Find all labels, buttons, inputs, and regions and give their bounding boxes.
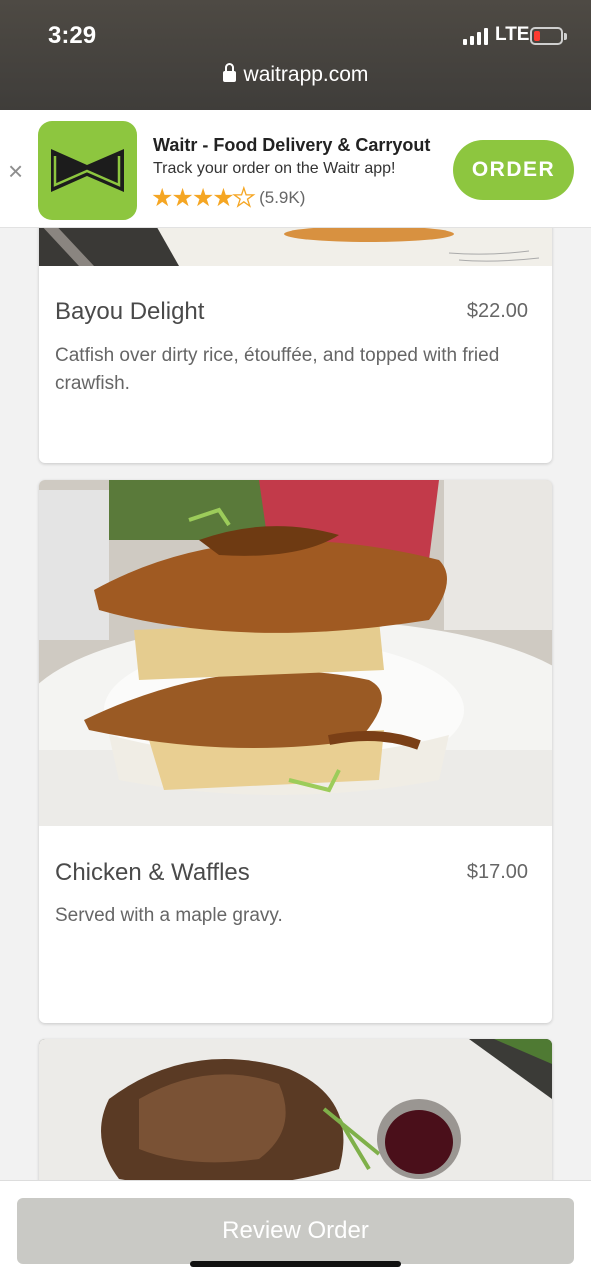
rating-count: (5.9K) <box>259 188 306 207</box>
battery-icon <box>530 27 567 45</box>
address-bar[interactable]: waitrapp.com <box>0 63 591 87</box>
menu-item-price: $17.00 <box>466 861 528 883</box>
waitr-app-icon <box>38 121 137 220</box>
menu-item-name: Bayou Delight <box>55 298 205 325</box>
app-subtitle: Track your order on the Waitr app! <box>153 160 396 177</box>
close-icon[interactable]: × <box>8 158 23 184</box>
menu-item-description: Served with a maple gravy. <box>55 905 283 926</box>
network-label: LTE <box>495 24 530 45</box>
star-rating-icon: ★★★★★ <box>151 184 256 212</box>
order-button[interactable]: ORDER <box>453 140 574 200</box>
footer-bar: Review Order <box>0 1180 591 1280</box>
url-text: waitrapp.com <box>243 63 369 86</box>
menu-item-description: Catfish over dirty rice, étouffée, and t… <box>55 345 500 394</box>
menu-item-name: Chicken & Waffles <box>55 859 250 886</box>
app-title: Waitr - Food Delivery & Carryout <box>153 135 431 155</box>
menu-item-price: $22.00 <box>466 300 528 322</box>
food-photo <box>39 480 552 826</box>
app-banner: × Waitr - Food Delivery & Carryout Track… <box>0 110 591 228</box>
lock-icon <box>222 63 236 82</box>
menu-item-card[interactable]: Chicken & Waffles $17.00 Served with a m… <box>39 480 552 1023</box>
status-bar: 3:29 LTE waitrapp.com <box>0 0 591 110</box>
review-order-button[interactable]: Review Order <box>17 1198 574 1264</box>
home-indicator[interactable] <box>190 1261 401 1267</box>
signal-icon <box>463 27 488 45</box>
status-time: 3:29 <box>48 22 97 49</box>
app-rating: ★★★★★ (5.9K) <box>151 184 306 212</box>
